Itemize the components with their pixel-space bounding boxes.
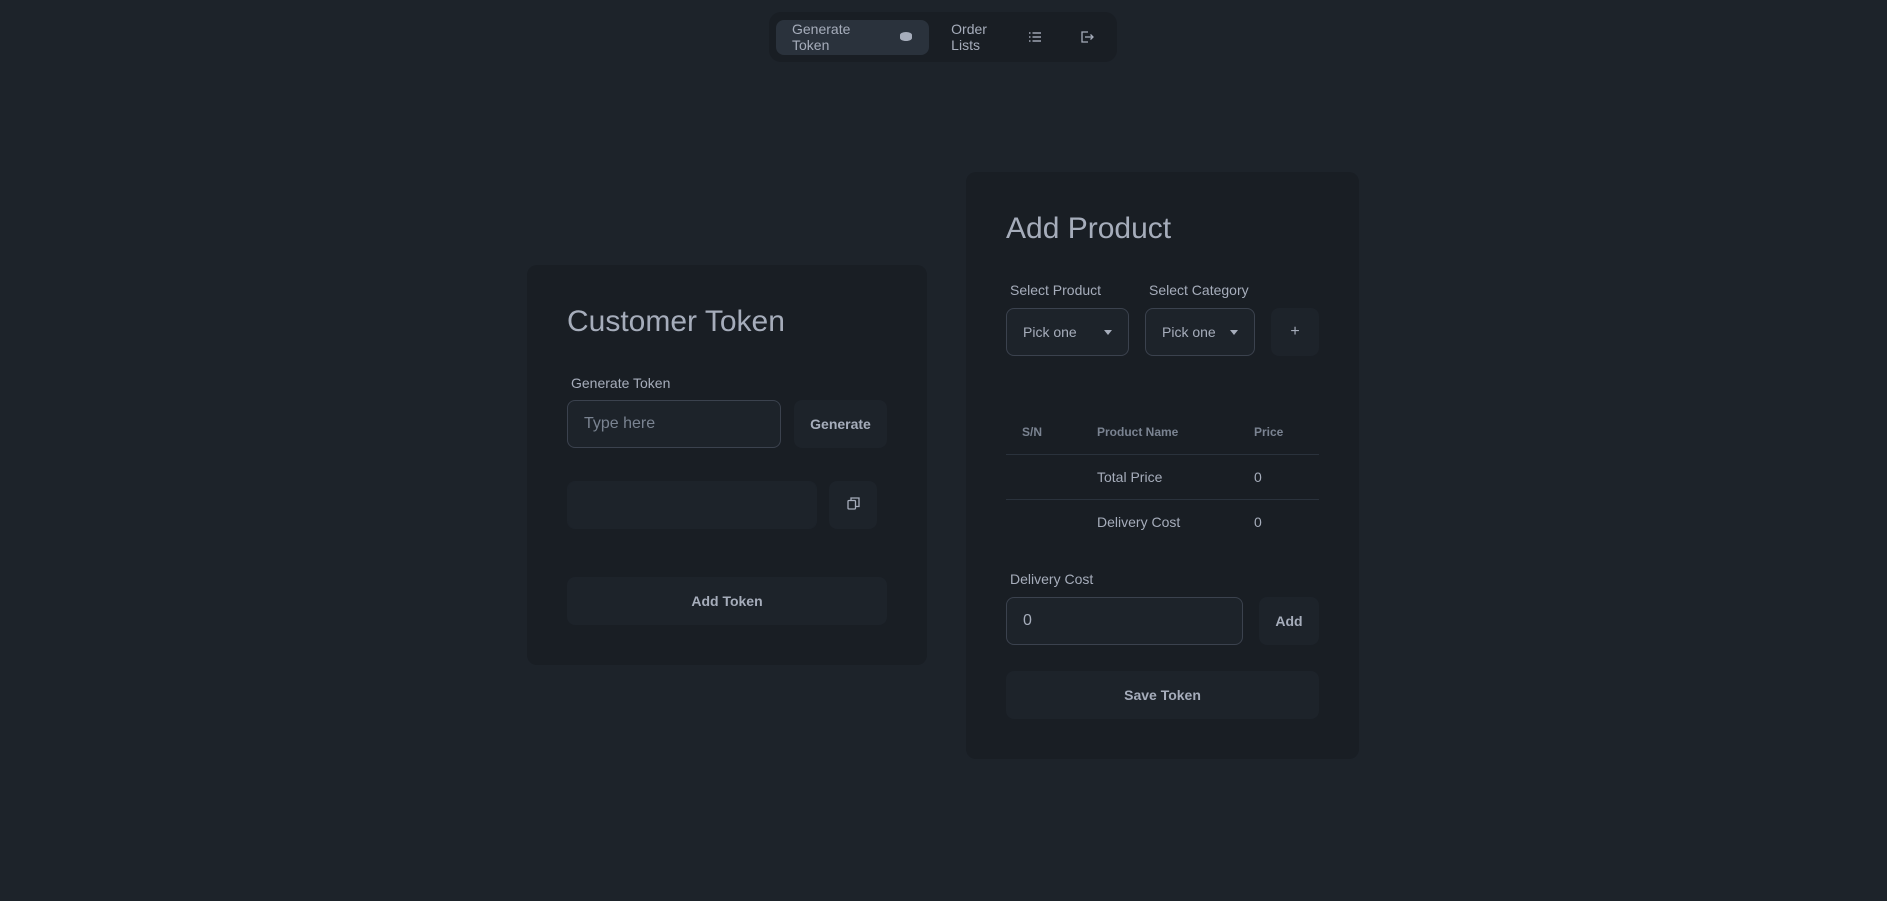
generated-token-field[interactable] [567, 481, 817, 529]
chevron-down-icon [1230, 329, 1238, 335]
customer-token-title: Customer Token [567, 305, 785, 338]
table-cell: 0 [1238, 453, 1319, 499]
column-header-product-name: Product Name [1097, 424, 1179, 439]
table-cell: Total Price [1081, 453, 1238, 499]
table-cell [1006, 453, 1081, 499]
delivery-cost-value: 0 [1023, 612, 1032, 629]
column-header-sn: S/N [1022, 424, 1043, 439]
add-product-title: Add Product [1006, 212, 1172, 245]
coins-icon [899, 30, 913, 44]
chevron-down-icon [1104, 329, 1112, 335]
table-row: Total Price 0 [1006, 453, 1319, 499]
nav-generate-token[interactable]: Generate Token [776, 19, 930, 55]
delivery-add-button[interactable]: Add [1259, 597, 1319, 645]
list-icon [1028, 30, 1042, 44]
token-name-placeholder: Type here [584, 415, 656, 432]
nav-order-lists-label: Order Lists [951, 21, 987, 53]
select-product-dropdown[interactable]: Pick one [1006, 308, 1129, 356]
select-category-dropdown[interactable]: Pick one [1145, 308, 1255, 356]
add-token-button[interactable]: Add Token [567, 577, 887, 625]
delivery-cost-input[interactable]: 0 [1006, 597, 1243, 645]
generate-token-label: Generate Token [571, 375, 671, 391]
logout-button[interactable] [1064, 20, 1110, 55]
copy-button[interactable] [829, 481, 877, 529]
generate-button[interactable]: Generate [794, 400, 887, 448]
select-category-label: Select Category [1149, 282, 1249, 298]
product-table: S/N Product Name Price Total Price 0 Del… [1006, 410, 1319, 544]
table-cell: Delivery Cost [1081, 498, 1238, 544]
select-category-value: Pick one [1162, 324, 1216, 340]
copy-icon [846, 497, 860, 513]
nav-generate-token-label: Generate Token [792, 21, 851, 53]
table-cell [1006, 498, 1081, 544]
nav-order-lists[interactable]: Order Lists [935, 20, 1058, 55]
add-product-card: Add Product Select Product Pick one Sele… [966, 172, 1359, 759]
add-product-button[interactable]: + [1271, 308, 1319, 356]
token-name-input[interactable]: Type here [567, 400, 781, 448]
page: Generate Token Order Lists Customer Toke… [0, 0, 1887, 901]
table-row: Delivery Cost 0 [1006, 498, 1319, 544]
table-header-row: S/N Product Name Price [1006, 410, 1319, 454]
save-token-button[interactable]: Save Token [1006, 671, 1319, 719]
column-header-price: Price [1254, 424, 1284, 439]
customer-token-card: Customer Token Generate Token Type here … [527, 265, 927, 665]
delivery-cost-label: Delivery Cost [1010, 571, 1094, 587]
table-cell: 0 [1238, 498, 1319, 544]
logout-icon [1080, 30, 1094, 44]
select-product-label: Select Product [1010, 282, 1102, 298]
top-nav: Generate Token Order Lists [769, 12, 1117, 62]
select-product-value: Pick one [1023, 324, 1077, 340]
